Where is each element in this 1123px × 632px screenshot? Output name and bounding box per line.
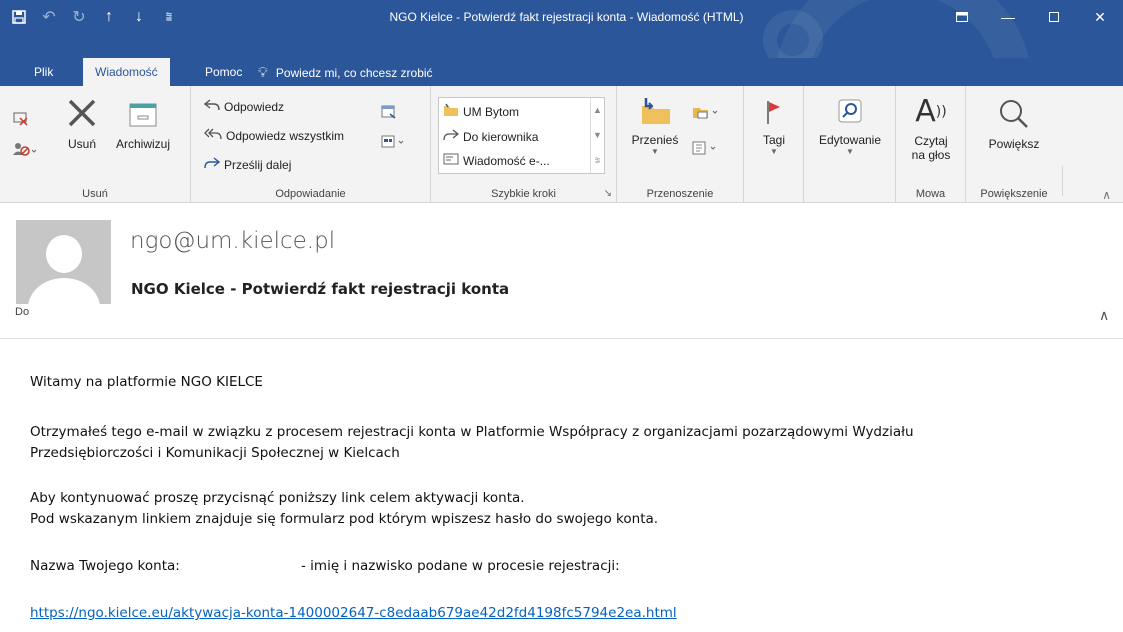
forward-button[interactable]: Prześlij dalej <box>204 156 291 173</box>
move-dropdown-icon: ▼ <box>651 147 659 156</box>
move-label: Przenieś <box>631 133 679 147</box>
archive-label: Archiwizuj <box>115 137 170 151</box>
collapse-ribbon-icon[interactable]: ∧ <box>1102 188 1111 202</box>
read-aloud-icon: A)) <box>915 94 947 129</box>
tags-label: Tagi <box>762 133 785 147</box>
body-paragraph: Aby kontynuować proszę przycisnąć poniżs… <box>30 490 525 506</box>
zoom-icon <box>974 98 1054 133</box>
ribbon-display-icon[interactable] <box>939 0 985 34</box>
group-przenoszenie: Przenieś ▼ Przenoszenie <box>617 86 744 203</box>
maximize-icon[interactable] <box>1031 0 1077 34</box>
onenote-icon[interactable] <box>691 140 721 159</box>
tags-button[interactable]: Tagi ▼ <box>748 98 800 156</box>
group-odpowiadanie: Odpowiedz Odpowiedz wszystkim Prześlij d… <box>191 86 431 203</box>
body-paragraph: Pod wskazanym linkiem znajduje się formu… <box>30 511 659 527</box>
reply-all-button[interactable]: Odpowiedz wszystkim <box>204 127 344 144</box>
forward-icon <box>204 156 221 173</box>
avatar-shoulders <box>28 278 100 304</box>
forward-to-manager-icon <box>443 128 460 145</box>
tags-dropdown-icon: ▼ <box>770 147 778 156</box>
dialog-launcher-icon[interactable]: ↘ <box>604 188 612 199</box>
read-aloud-label: Czytaj <box>914 134 948 148</box>
message-body: Witamy na platformie NGO KIELCE Otrzymał… <box>30 372 1110 624</box>
gallery-scroll[interactable]: ▲ ▼ ⩰ <box>590 98 604 173</box>
delete-label: Usuń <box>67 137 96 151</box>
group-label: Mowa <box>915 188 946 200</box>
avatar <box>16 220 111 304</box>
group-tagi: Tagi ▼ <box>744 86 804 203</box>
close-icon[interactable]: ✕ <box>1077 0 1123 34</box>
editing-button[interactable]: Edytowanie ▼ <box>808 98 892 156</box>
rules-icon[interactable] <box>691 104 721 123</box>
lightbulb-icon: 💡︎ <box>258 64 268 80</box>
ribbon-tabs: Plik Wiadomość Pomoc 💡︎ Powiedz mi, co ch… <box>0 58 1123 88</box>
ribbon: Usuń Archiwizuj Usuń Odpowiedz Odpowiedz… <box>0 86 1123 203</box>
read-aloud-label-2: na głos <box>911 148 951 162</box>
group-label: Przenoszenie <box>646 188 714 200</box>
account-row: Nazwa Twojego konta: - imię i nazwisko p… <box>30 556 1110 577</box>
zoom-label: Powiększ <box>988 137 1040 151</box>
move-button[interactable]: Przenieś ▼ <box>625 96 685 156</box>
delete-button[interactable]: Usuń <box>60 96 104 151</box>
tab-plik[interactable]: Plik <box>22 58 65 88</box>
flag-icon <box>748 98 800 129</box>
archive-button[interactable]: Archiwizuj <box>108 100 178 151</box>
group-label: Powiększenie <box>980 188 1048 200</box>
message-subject: NGO Kielce - Potwierdź fakt rejestracji … <box>131 280 510 298</box>
group-usun: Usuń Archiwizuj Usuń <box>0 86 191 203</box>
meeting-reply-icon[interactable] <box>381 104 397 123</box>
sender-address[interactable]: ngo@um.kielce.pl <box>130 228 335 254</box>
group-powiekszenie: Powiększ Powiększenie <box>966 86 1062 203</box>
gallery-more-icon[interactable]: ⩰ <box>591 148 604 173</box>
tab-pomoc[interactable]: Pomoc <box>193 58 254 88</box>
archive-icon <box>108 100 178 133</box>
account-label: Nazwa Twojego konta: <box>30 558 180 574</box>
email-icon <box>443 152 459 169</box>
body-paragraph: Przedsiębiorczości i Komunikacji Społecz… <box>30 445 400 461</box>
to-label: Do <box>15 306 30 318</box>
header-divider <box>0 338 1123 339</box>
reply-all-icon <box>204 127 222 144</box>
folder-move-icon <box>443 103 459 120</box>
group-label: Odpowiadanie <box>275 188 346 200</box>
greeting: Witamy na platformie NGO KIELCE <box>30 374 263 390</box>
group-edytowanie: Edytowanie ▼ <box>804 86 896 203</box>
group-label: Usuń <box>82 188 108 200</box>
search-icon <box>808 98 892 129</box>
title-bar: ↶ ↻ ↑ ↓ ⩰ NGO Kielce - Potwierdź fakt re… <box>0 0 1123 58</box>
zoom-button[interactable]: Powiększ <box>974 98 1054 151</box>
more-reply-icon[interactable] <box>381 134 407 153</box>
quick-step-item[interactable]: UM Bytom <box>443 103 519 120</box>
scroll-down-icon[interactable]: ▼ <box>591 123 604 148</box>
scroll-up-icon[interactable]: ▲ <box>591 98 604 123</box>
group-label: Szybkie kroki <box>491 188 556 200</box>
delete-icon <box>60 96 104 133</box>
account-note: - imię i nazwisko podane w procesie reje… <box>301 558 620 574</box>
minimize-icon[interactable]: — <box>985 0 1031 34</box>
ribbon-divider <box>1062 166 1063 196</box>
collapse-header-icon[interactable]: ∧ <box>1099 307 1109 324</box>
avatar-head <box>46 235 82 273</box>
tell-me-box[interactable]: 💡︎ Powiedz mi, co chcesz zrobić <box>258 58 445 88</box>
quick-steps-gallery: UM Bytom Do kierownika Wiadomość e-... ▲… <box>438 97 605 174</box>
activation-link[interactable]: https://ngo.kielce.eu/aktywacja-konta-14… <box>30 605 677 621</box>
junk-icon[interactable] <box>12 141 38 160</box>
group-mowa: A)) Czytaj na głos Mowa <box>896 86 966 203</box>
reply-icon <box>203 98 220 115</box>
body-paragraph: Otrzymałeś tego e-mail w związku z proce… <box>30 424 914 440</box>
move-folder-icon <box>625 96 685 129</box>
read-aloud-button[interactable]: A)) Czytaj na głos <box>900 94 962 163</box>
editing-dropdown-icon: ▼ <box>846 147 854 156</box>
ignore-icon[interactable] <box>12 110 30 129</box>
reply-button[interactable]: Odpowiedz <box>203 98 284 115</box>
editing-label: Edytowanie <box>818 133 882 147</box>
tell-me-label: Powiedz mi, co chcesz zrobić <box>275 66 433 80</box>
quick-step-item[interactable]: Do kierownika <box>443 128 538 145</box>
tab-wiadomosc[interactable]: Wiadomość <box>83 58 170 88</box>
window-controls: — ✕ <box>939 0 1123 34</box>
quick-step-item[interactable]: Wiadomość e-... <box>443 152 550 169</box>
